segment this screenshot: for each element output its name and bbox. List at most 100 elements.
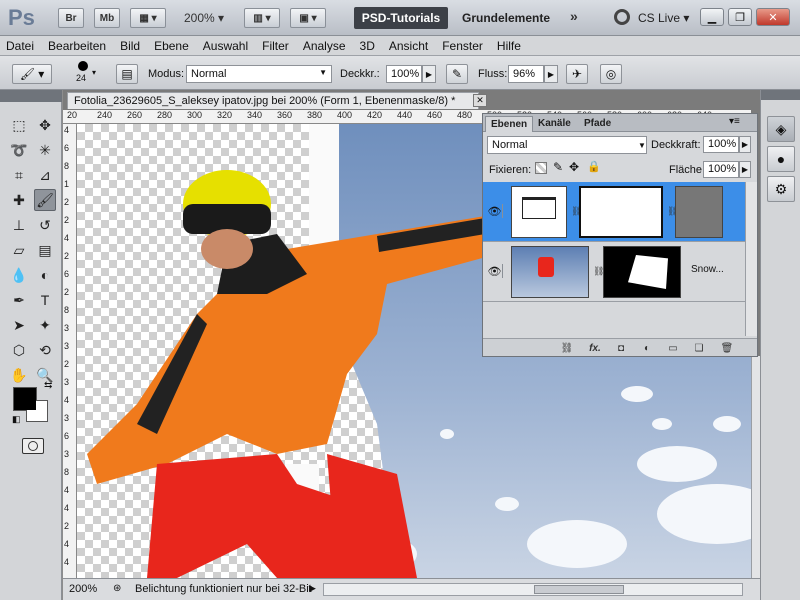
fluss-input[interactable]: 96% [508, 65, 544, 83]
dodge-tool-icon[interactable]: ◐ [34, 264, 56, 286]
shape-tool-icon[interactable]: ✦ [34, 314, 56, 336]
workspace-more-button[interactable]: » [570, 8, 578, 24]
arrange-documents-button[interactable]: ▥ ▾ [244, 8, 280, 28]
history-brush-tool-icon[interactable]: ↺ [34, 214, 56, 236]
vector-mask-thumbnail[interactable] [675, 186, 723, 238]
default-colors-icon[interactable]: ◧ [12, 414, 21, 425]
workspace-psd-tutorials[interactable]: PSD-Tutorials [354, 7, 448, 29]
blur-tool-icon[interactable]: 💧 [8, 264, 30, 286]
menu-ansicht[interactable]: Ansicht [389, 39, 428, 53]
eyedropper-tool-icon[interactable]: ⊿ [34, 164, 56, 186]
lock-position-icon[interactable]: ✥ [569, 160, 579, 174]
new-group-icon[interactable]: ▭ [665, 341, 681, 355]
bridge-button[interactable]: Br [58, 8, 84, 28]
layer-thumbnail-shape[interactable] [511, 186, 567, 238]
swap-colors-icon[interactable]: ⇆ [44, 380, 52, 391]
deckkr-slider-arrow[interactable]: ▶ [422, 65, 436, 83]
close-window-button[interactable]: ✕ [756, 8, 790, 26]
screen-mode-button[interactable]: ▣ ▾ [290, 8, 326, 28]
quick-mask-button[interactable] [22, 438, 44, 454]
pressure-opacity-button[interactable]: ✎ [446, 64, 468, 84]
restore-button[interactable]: ❐ [728, 8, 752, 26]
layer-mask-thumbnail[interactable] [579, 186, 663, 238]
move-tool-icon[interactable]: ✥ [34, 114, 56, 136]
minimize-button[interactable]: ▁ [700, 8, 724, 26]
status-menu-arrow[interactable]: ▶ [309, 583, 316, 594]
horizontal-scrollbar[interactable] [323, 583, 743, 596]
adjustment-layer-icon[interactable]: ◐ [639, 341, 655, 355]
menu-filter[interactable]: Filter [262, 39, 289, 53]
magic-wand-tool-icon[interactable]: ✳ [34, 139, 56, 161]
menu-ebene[interactable]: Ebene [154, 39, 189, 53]
layers-scrollbar[interactable] [745, 182, 757, 336]
tab-ebenen[interactable]: Ebenen [485, 116, 534, 132]
deckkraft-input[interactable]: 100% [703, 136, 739, 153]
new-layer-icon[interactable]: ❏ [691, 341, 707, 355]
menu-hilfe[interactable]: Hilfe [497, 39, 521, 53]
tools-panel-header[interactable] [0, 90, 62, 102]
status-zoom-level[interactable]: 200% [69, 583, 97, 595]
tab-kanaele[interactable]: Kanäle [533, 116, 576, 132]
crop-tool-icon[interactable]: ⌗ [8, 164, 30, 186]
horizontal-scrollbar-thumb[interactable] [534, 585, 624, 594]
deckkr-input[interactable]: 100% [386, 65, 422, 83]
menu-bearbeiten[interactable]: Bearbeiten [48, 39, 106, 53]
menu-datei[interactable]: Datei [6, 39, 34, 53]
cs-live-menu[interactable]: CS Live ▾ [638, 11, 689, 25]
clone-stamp-tool-icon[interactable]: ⊥ [8, 214, 30, 236]
blend-mode-select[interactable]: Normal ▼ [487, 136, 647, 154]
airbrush-button[interactable]: ✈ [566, 64, 588, 84]
lasso-tool-icon[interactable]: ➰ [8, 139, 30, 161]
status-info-icon[interactable]: ⊛ [113, 583, 121, 594]
menu-bild[interactable]: Bild [120, 39, 140, 53]
flaeche-arrow[interactable]: ▶ [739, 161, 751, 178]
tool-preset-picker[interactable]: 🖌 ▾ [12, 64, 52, 84]
link-layers-icon[interactable]: ⛓ [559, 341, 575, 355]
hand-tool-icon[interactable]: ✋ [8, 364, 30, 386]
channels-dock-button[interactable]: ● [767, 146, 795, 172]
healing-brush-tool-icon[interactable]: ✚ [8, 189, 30, 211]
path-selection-tool-icon[interactable]: ➤ [8, 314, 30, 336]
fx-button[interactable]: fx. [587, 341, 603, 355]
lock-all-icon[interactable]: 🔒 [587, 160, 601, 173]
3d-orbit-tool-icon[interactable]: ⟲ [34, 339, 56, 361]
workspace-grundelemente[interactable]: Grundelemente [462, 11, 550, 25]
trash-icon[interactable]: 🗑 [719, 341, 735, 355]
3d-rotate-tool-icon[interactable]: ⬡ [8, 339, 30, 361]
pen-tool-icon[interactable]: ✒ [8, 289, 30, 311]
tab-pfade[interactable]: Pfade [579, 116, 616, 132]
modus-select[interactable]: Normal ▼ [186, 65, 332, 83]
lock-pixels-icon[interactable]: ✎ [553, 160, 563, 174]
lock-transparency-icon[interactable] [535, 162, 547, 174]
brush-panel-button[interactable]: ▤ [116, 64, 138, 84]
brush-picker-arrow[interactable]: ▾ [92, 68, 96, 77]
document-tab[interactable]: Fotolia_23629605_S_aleksey ipatov.jpg be… [67, 92, 479, 109]
menu-auswahl[interactable]: Auswahl [203, 39, 248, 53]
mini-bridge-button[interactable]: Mb [94, 8, 120, 28]
menu-analyse[interactable]: Analyse [303, 39, 346, 53]
marquee-tool-icon[interactable]: ⬚ [8, 114, 30, 136]
document-close-button[interactable]: ✕ [473, 94, 487, 107]
view-extras-button[interactable]: ▦ ▾ [130, 8, 166, 28]
eye-icon[interactable]: 👁 [487, 264, 503, 278]
vertical-scrollbar[interactable] [751, 356, 760, 578]
eraser-tool-icon[interactable]: ▱ [8, 239, 30, 261]
add-mask-icon[interactable]: ◘ [613, 341, 629, 355]
zoom-level-dropdown[interactable]: 200% ▾ [184, 11, 224, 25]
panel-menu-icon[interactable]: ▾≡ [729, 116, 740, 127]
flaeche-input[interactable]: 100% [703, 161, 739, 178]
menu-fenster[interactable]: Fenster [442, 39, 483, 53]
gradient-tool-icon[interactable]: ▤ [34, 239, 56, 261]
layer-mask-thumbnail-snow[interactable] [603, 246, 681, 298]
type-tool-icon[interactable]: T [34, 289, 56, 311]
layer-row-form-1[interactable]: 👁 ⛓ ⛓ [483, 182, 745, 242]
layer-row-snow[interactable]: 👁 ⛓ Snow... [483, 242, 745, 302]
layers-dock-button[interactable]: ◈ [767, 116, 795, 142]
eye-icon[interactable]: 👁 [487, 204, 503, 218]
menu-3d[interactable]: 3D [360, 39, 375, 53]
foreground-color-chip[interactable] [14, 388, 36, 410]
deckkraft-arrow[interactable]: ▶ [739, 136, 751, 153]
brush-tool-icon[interactable]: 🖌 [34, 189, 56, 211]
dock-header[interactable] [761, 90, 800, 100]
paths-dock-button[interactable]: ⚙ [767, 176, 795, 202]
